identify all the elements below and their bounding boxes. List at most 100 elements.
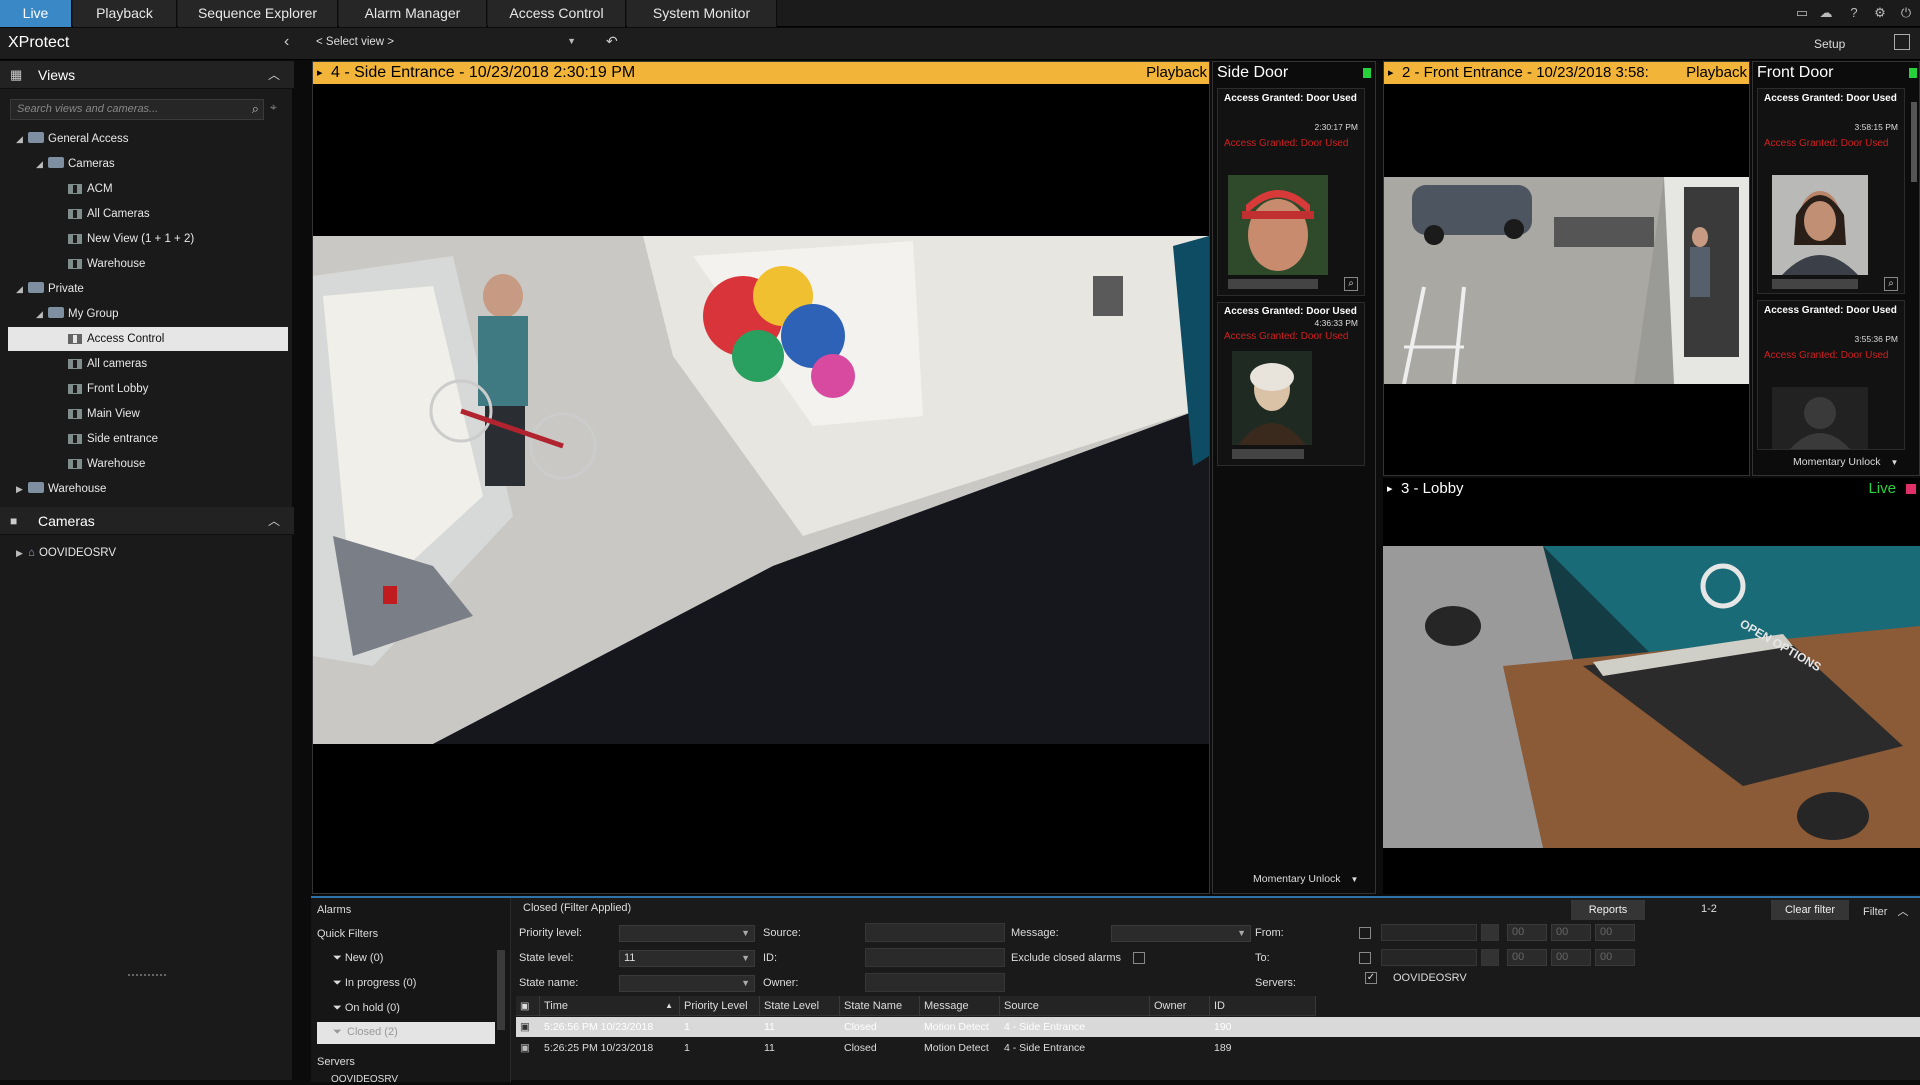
- column-header-id[interactable]: ID: [1210, 996, 1316, 1016]
- tab-sequence-explorer[interactable]: Sequence Explorer: [178, 0, 338, 27]
- to-minute[interactable]: 00: [1551, 949, 1591, 966]
- tree-item-warehouse[interactable]: Warehouse: [68, 253, 145, 275]
- flag-icon: ▸: [317, 67, 323, 79]
- reports-button[interactable]: Reports: [1571, 900, 1645, 920]
- momentary-unlock-button[interactable]: Momentary Unlock ▼: [1253, 873, 1358, 885]
- event-card[interactable]: Access Granted: Door Used 3:55:36 PM Acc…: [1757, 300, 1905, 450]
- tree-item-warehouse-root[interactable]: ▶ Warehouse: [16, 478, 106, 500]
- panel-splitter[interactable]: [128, 974, 166, 976]
- owner-field[interactable]: [865, 973, 1005, 992]
- to-checkbox[interactable]: [1359, 952, 1371, 964]
- gear-icon[interactable]: ⚙: [1872, 5, 1888, 21]
- calendar-icon[interactable]: [1481, 924, 1499, 941]
- pin-icon[interactable]: ⌖: [270, 100, 277, 115]
- event-card[interactable]: Access Granted: Door Used 3:58:15 PM Acc…: [1757, 88, 1905, 294]
- quick-filter-new[interactable]: ⏷ New (0): [333, 952, 383, 965]
- tree-item-front-lobby[interactable]: Front Lobby: [68, 378, 148, 400]
- calendar-icon[interactable]: [1481, 949, 1499, 966]
- tree-item-acm[interactable]: ACM: [68, 178, 113, 200]
- column-header-source[interactable]: Source: [1000, 996, 1150, 1016]
- scrollbar[interactable]: [1911, 102, 1917, 182]
- tree-item-side-entrance[interactable]: Side entrance: [68, 428, 158, 450]
- fullscreen-icon[interactable]: [1894, 34, 1910, 50]
- state-name-dropdown[interactable]: ▼: [619, 975, 755, 992]
- view-icon: [68, 258, 82, 269]
- clear-filter-button[interactable]: Clear filter: [1771, 900, 1849, 920]
- to-date-field[interactable]: [1381, 949, 1477, 966]
- chevron-up-icon[interactable]: ︿: [268, 507, 280, 535]
- id-field[interactable]: [865, 948, 1005, 967]
- tab-playback[interactable]: Playback: [73, 0, 177, 27]
- momentary-unlock-button[interactable]: Momentary Unlock ▼: [1793, 456, 1898, 468]
- select-view-dropdown[interactable]: < Select view > ▼: [316, 36, 576, 54]
- exclude-closed-checkbox[interactable]: [1133, 952, 1145, 964]
- search-input[interactable]: Search views and cameras... ⌕: [10, 99, 264, 120]
- zoom-icon[interactable]: ⌕: [1884, 277, 1898, 291]
- tab-alarm-manager[interactable]: Alarm Manager: [339, 0, 487, 27]
- filter-toggle[interactable]: Filter ︿: [1863, 903, 1908, 919]
- tree-item-main-view[interactable]: Main View: [68, 403, 140, 425]
- server-checkbox[interactable]: ✓: [1365, 972, 1377, 984]
- chevron-up-icon[interactable]: ︿: [268, 61, 280, 89]
- tree-item-my-group[interactable]: ◢ My Group: [36, 303, 119, 325]
- camera-title: 2 - Front Entrance - 10/23/2018 3:58:: [1402, 64, 1649, 81]
- from-checkbox[interactable]: [1359, 927, 1371, 939]
- search-icon[interactable]: ⌕: [252, 101, 259, 117]
- tab-system-monitor[interactable]: System Monitor: [627, 0, 777, 27]
- priority-level-dropdown[interactable]: ▼: [619, 925, 755, 942]
- tree-item-all-cameras[interactable]: All Cameras: [68, 203, 150, 225]
- tab-live[interactable]: Live: [0, 0, 72, 27]
- table-row[interactable]: ▣ 5:26:25 PM 10/23/2018 1 11 Closed Moti…: [516, 1038, 1920, 1058]
- column-header-time[interactable]: Time ▲: [540, 996, 680, 1016]
- from-second[interactable]: 00: [1595, 924, 1635, 941]
- event-time: 2:30:17 PM: [1314, 122, 1358, 132]
- event-time: 3:58:15 PM: [1854, 122, 1898, 132]
- from-hour[interactable]: 00: [1507, 924, 1547, 941]
- scrollbar[interactable]: [497, 950, 505, 1030]
- column-header-state-level[interactable]: State Level: [760, 996, 840, 1016]
- tree-item-server[interactable]: ▶ ⌂ OOVIDEOSRV: [16, 542, 116, 564]
- setup-button[interactable]: Setup: [1814, 37, 1845, 51]
- status-icon[interactable]: ▭: [1794, 5, 1810, 21]
- collapse-panel-icon[interactable]: ‹: [284, 33, 289, 51]
- event-status: Access Granted: Door Used: [1224, 331, 1349, 342]
- tree-item-access-control[interactable]: Access Control: [68, 328, 164, 350]
- column-header-state-name[interactable]: State Name: [840, 996, 920, 1016]
- column-header-priority[interactable]: Priority Level: [680, 996, 760, 1016]
- folder-icon: [48, 307, 64, 319]
- help-icon[interactable]: ?: [1846, 5, 1862, 21]
- column-header-owner[interactable]: Owner: [1150, 996, 1210, 1016]
- column-header-message[interactable]: Message: [920, 996, 1000, 1016]
- source-field[interactable]: [865, 923, 1005, 942]
- camera-view-front-entrance[interactable]: ▸ 2 - Front Entrance - 10/23/2018 3:58: …: [1383, 61, 1750, 476]
- to-second[interactable]: 00: [1595, 949, 1635, 966]
- camera-view-side-entrance[interactable]: ▸ 4 - Side Entrance - 10/23/2018 2:30:19…: [312, 61, 1210, 894]
- event-card[interactable]: Access Granted: Door Used 4:36:33 PM Acc…: [1217, 302, 1365, 466]
- folder-icon: [28, 482, 44, 494]
- undo-icon[interactable]: ↶: [606, 33, 618, 50]
- cloud-icon[interactable]: ☁: [1818, 5, 1834, 21]
- toolbar: XProtect ‹ < Select view > ▼ ↶ Setup: [0, 28, 1920, 60]
- logout-icon[interactable]: ⏻: [1898, 5, 1914, 21]
- message-dropdown[interactable]: ▼: [1111, 925, 1251, 942]
- views-panel-header[interactable]: ▦ Views ︿: [0, 61, 294, 89]
- quick-filter-in-progress[interactable]: ⏷ In progress (0): [333, 977, 416, 990]
- from-date-field[interactable]: [1381, 924, 1477, 941]
- camera-view-lobby[interactable]: ▸ 3 - Lobby Live OPEN OPTIONS: [1383, 478, 1920, 894]
- quick-filter-on-hold[interactable]: ⏷ On hold (0): [333, 1002, 400, 1015]
- tree-item-private[interactable]: ◢ Private: [16, 278, 84, 300]
- from-minute[interactable]: 00: [1551, 924, 1591, 941]
- tree-item-new-view[interactable]: New View (1 + 1 + 2): [68, 228, 194, 250]
- quick-filter-closed[interactable]: ⏷ Closed (2): [317, 1022, 495, 1044]
- tree-item-cameras[interactable]: ◢ Cameras: [36, 153, 115, 175]
- table-row[interactable]: ▣ 5:26:56 PM 10/23/2018 1 11 Closed Moti…: [516, 1017, 1920, 1037]
- tree-item-general-access[interactable]: ◢ General Access: [16, 128, 129, 150]
- cameras-panel-header[interactable]: ■ Cameras ︿: [0, 507, 294, 535]
- state-level-dropdown[interactable]: 11 ▼: [619, 950, 755, 967]
- event-card[interactable]: Access Granted: Door Used 2:30:17 PM Acc…: [1217, 88, 1365, 296]
- tab-access-control[interactable]: Access Control: [488, 0, 626, 27]
- tree-item-warehouse-2[interactable]: Warehouse: [68, 453, 145, 475]
- to-hour[interactable]: 00: [1507, 949, 1547, 966]
- zoom-icon[interactable]: ⌕: [1344, 277, 1358, 291]
- tree-item-all-cameras-2[interactable]: All cameras: [68, 353, 147, 375]
